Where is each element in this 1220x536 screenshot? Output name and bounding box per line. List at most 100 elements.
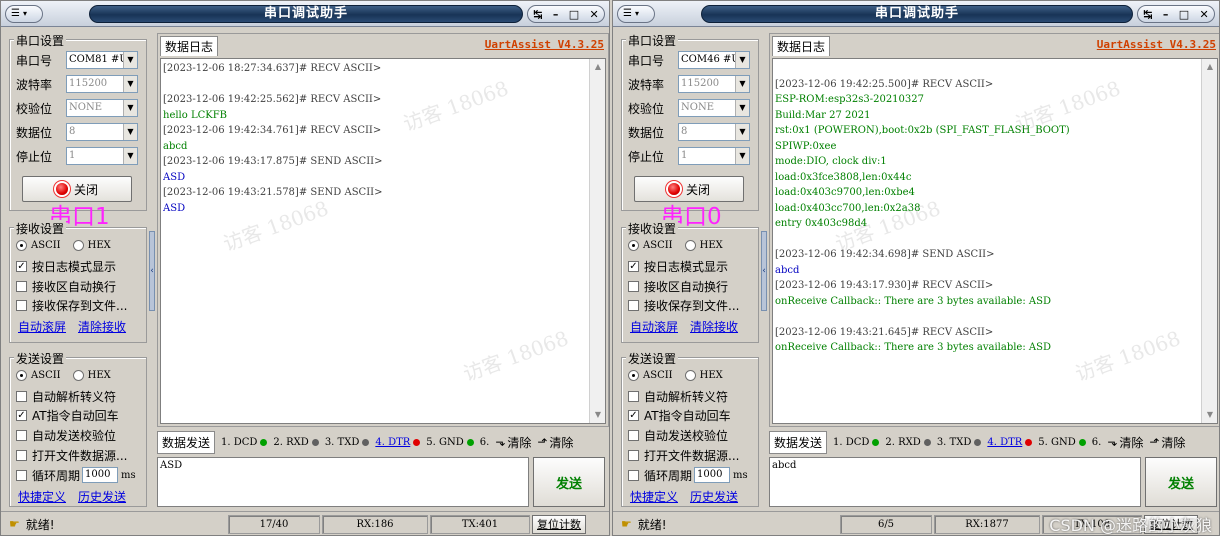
send-ascii-radio[interactable] [628, 369, 639, 381]
system-menu-button[interactable]: ☰ ▾ [5, 5, 43, 23]
open-file-checkbox[interactable] [628, 449, 639, 461]
auto-scroll-link[interactable]: 自动滚屏 [630, 318, 678, 335]
collapse-panel-button[interactable]: ‹ [149, 231, 155, 311]
scroll-down-icon[interactable]: ▼ [590, 407, 605, 423]
stopbits-select[interactable]: 1 ▼ [678, 147, 750, 165]
shortcut-link[interactable]: 快捷定义 [18, 488, 66, 505]
minimize-button[interactable]: – [1163, 8, 1169, 21]
loop-unit: ms [121, 469, 136, 481]
save-file-checkbox[interactable] [628, 299, 639, 311]
clear-down-icon: ⬎ [495, 435, 506, 449]
signal-rxd-label: 2. RXD [885, 436, 921, 448]
tab-data-log[interactable]: 数据日志 [160, 36, 219, 56]
recv-hex-radio[interactable] [72, 239, 84, 251]
close-window-button[interactable]: ✕ [590, 8, 599, 21]
send-hex-radio[interactable] [72, 369, 84, 381]
maximize-button[interactable]: □ [1179, 8, 1189, 21]
loop-period-input[interactable]: 1000 [82, 467, 119, 483]
log-scrollbar[interactable]: ▲ ▼ [1201, 59, 1217, 423]
send-hex-radio[interactable] [684, 369, 696, 381]
save-file-checkbox[interactable] [16, 299, 27, 311]
auto-wrap-checkbox[interactable] [628, 280, 639, 292]
log-line: mode:DIO, clock div:1 [775, 156, 887, 167]
clear-log-button[interactable]: ⬎ 清除 [1107, 434, 1143, 451]
signal-txd: 3. TXD [325, 437, 370, 448]
open-file-checkbox[interactable] [16, 449, 27, 461]
receive-log[interactable]: [2023-12-06 18:27:34.637]# RECV ASCII> [… [160, 58, 606, 424]
clear-log-button[interactable]: ⬎ 清除 [495, 434, 531, 451]
clear-send-button[interactable]: ⬏ 清除 [537, 434, 573, 451]
status-bar: ☛ 就绪! 17/40 RX:186 TX:401 复位计数 [1, 511, 609, 535]
scroll-up-icon[interactable]: ▲ [590, 59, 605, 75]
minimize-button[interactable]: – [553, 8, 559, 21]
signal-gnd-label: 5. GND [426, 436, 464, 448]
collapse-panel-button[interactable]: ‹ [761, 231, 767, 311]
close-window-button[interactable]: ✕ [1200, 8, 1209, 21]
pin-icon[interactable]: ↹ [533, 8, 542, 21]
signal-dtr[interactable]: 4. DTR [987, 437, 1033, 448]
log-mode-checkbox[interactable]: ✓ [16, 260, 27, 272]
scroll-down-icon[interactable]: ▼ [1202, 407, 1217, 423]
stopbits-select[interactable]: 1 ▼ [66, 147, 138, 165]
send-ascii-radio[interactable] [16, 369, 27, 381]
led-icon [872, 438, 880, 446]
port-select[interactable]: COM81 #US ▼ [66, 51, 138, 69]
loop-period-input[interactable]: 1000 [694, 467, 731, 483]
databits-select[interactable]: 8 ▼ [678, 123, 750, 141]
version-link[interactable]: UartAssist V4.3.25 [1097, 38, 1216, 51]
recv-hex-radio[interactable] [684, 239, 696, 251]
signal-rxd-label: 2. RXD [273, 436, 309, 448]
send-input[interactable]: abcd [769, 457, 1141, 507]
send-button[interactable]: 发送 [1145, 457, 1217, 507]
tab-data-send[interactable]: 数据发送 [769, 430, 828, 454]
checksum-checkbox[interactable] [16, 429, 27, 441]
send-button[interactable]: 发送 [533, 457, 605, 507]
parity-select[interactable]: NONE ▼ [678, 99, 750, 117]
auto-wrap-checkbox[interactable] [16, 280, 27, 292]
chevron-down-icon: ▼ [735, 52, 749, 68]
reset-count-button[interactable]: 复位计数 [532, 514, 586, 534]
databits-select[interactable]: 8 ▼ [66, 123, 138, 141]
baud-select[interactable]: 115200 ▼ [678, 75, 750, 93]
maximize-button[interactable]: □ [569, 8, 579, 21]
tab-data-log[interactable]: 数据日志 [772, 36, 831, 56]
version-link[interactable]: UartAssist V4.3.25 [485, 38, 604, 51]
log-mode-checkbox[interactable]: ✓ [628, 260, 639, 272]
system-menu-button[interactable]: ☰ ▾ [617, 5, 655, 23]
auto-scroll-link[interactable]: 自动滚屏 [18, 318, 66, 335]
send-input[interactable]: ASD [157, 457, 529, 507]
scroll-up-icon[interactable]: ▲ [1202, 59, 1217, 75]
shortcut-link[interactable]: 快捷定义 [630, 488, 678, 505]
log-scrollbar[interactable]: ▲ ▼ [589, 59, 605, 423]
loop-label: 循环周期 [644, 468, 693, 483]
loop-checkbox[interactable] [16, 469, 27, 481]
history-link[interactable]: 历史发送 [78, 488, 126, 505]
baud-label: 波特率 [628, 77, 665, 92]
clear-recv-link[interactable]: 清除接收 [78, 318, 126, 335]
receive-log[interactable]: [2023-12-06 19:42:25.500]# RECV ASCII> ES… [772, 58, 1218, 424]
at-crlf-checkbox[interactable]: ✓ [16, 409, 27, 421]
port-label: 串口号 [628, 53, 665, 68]
recv-hex-label: HEX [699, 239, 723, 251]
loop-checkbox[interactable] [628, 469, 639, 481]
parity-select[interactable]: NONE ▼ [66, 99, 138, 117]
checksum-checkbox[interactable] [628, 429, 639, 441]
signal-dtr[interactable]: 4. DTR [375, 437, 421, 448]
port-settings-group: 串口设置 串口号 COM46 #US ▼ 波特率 115200 ▼ 校验位 NONE… [621, 32, 759, 211]
tab-data-send[interactable]: 数据发送 [157, 430, 216, 454]
parse-escape-checkbox[interactable] [628, 390, 639, 402]
recv-ascii-radio[interactable] [16, 239, 27, 251]
send-format-row: ASCII HEX [16, 366, 111, 384]
at-crlf-checkbox[interactable]: ✓ [628, 409, 639, 421]
baud-select[interactable]: 115200 ▼ [66, 75, 138, 93]
parse-escape-checkbox[interactable] [16, 390, 27, 402]
clear-recv-link[interactable]: 清除接收 [690, 318, 738, 335]
clear-send-button[interactable]: ⬏ 清除 [1149, 434, 1185, 451]
recv-ascii-radio[interactable] [628, 239, 639, 251]
pin-icon[interactable]: ↹ [1143, 8, 1152, 21]
send-settings-label: 发送设置 [626, 350, 679, 367]
log-mode-label: 按日志模式显示 [644, 259, 729, 274]
history-link[interactable]: 历史发送 [690, 488, 738, 505]
databits-value: 8 [69, 126, 76, 137]
port-select[interactable]: COM46 #US ▼ [678, 51, 750, 69]
